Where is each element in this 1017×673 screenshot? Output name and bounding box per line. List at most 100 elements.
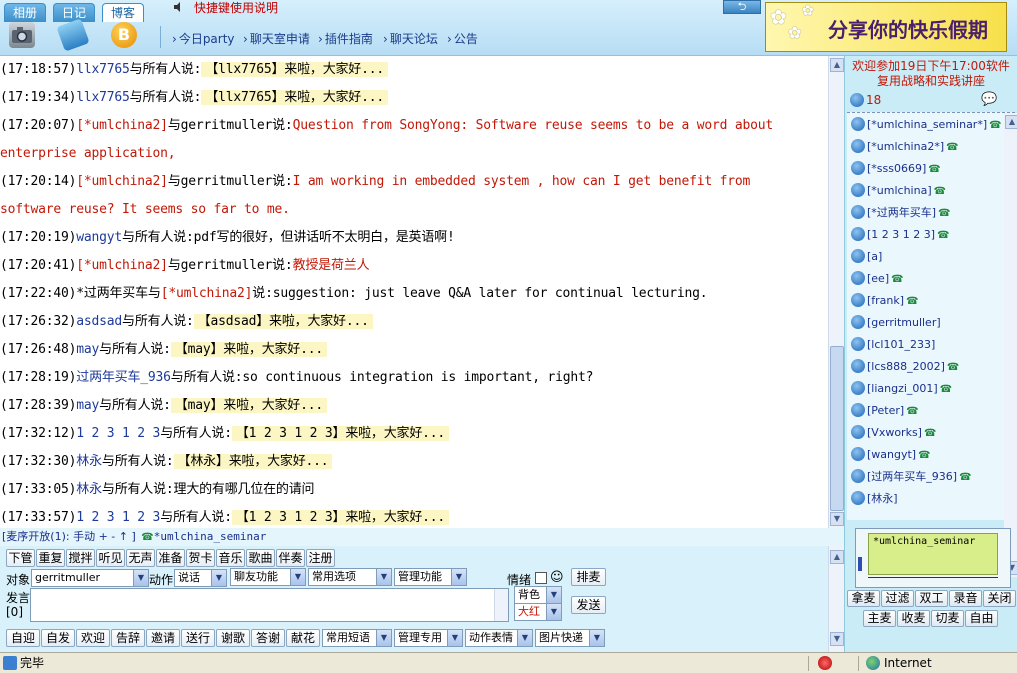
ad-banner[interactable]: ✿ ✿ ✿ 分享你的快乐假期 [765, 2, 1007, 52]
nav-plugin-guide[interactable]: 插件指南 [318, 30, 373, 47]
mic-volume-slider[interactable] [868, 577, 998, 585]
message-username[interactable]: [*umlchina2] [76, 174, 168, 189]
toolbar-button[interactable]: 重复 [36, 549, 65, 567]
user-list-item[interactable]: [gerritmuller] [851, 312, 941, 334]
greeting-button[interactable]: 自发 [41, 629, 75, 647]
nav-room-apply[interactable]: 聊天室申请 [243, 30, 310, 47]
toolbar-button[interactable]: 伴奏 [276, 549, 305, 567]
nav-chat-forum[interactable]: 聊天论坛 [383, 30, 438, 47]
user-list-item[interactable]: [ee] ☎ [851, 268, 904, 290]
user-list-item[interactable]: [*umlchina_seminar*] ☎ [851, 114, 1002, 136]
mic-control-button[interactable]: 过滤 [881, 590, 914, 607]
mic-queue-text[interactable]: [麦序开放(1): 手动 + - ↑ ] [2, 530, 136, 543]
user-list-item[interactable]: [wangyt] ☎ [851, 444, 931, 466]
quick-dropdown[interactable]: 常用短语 ▼ [322, 629, 392, 647]
scroll-up-button[interactable]: ▲ [1005, 115, 1017, 129]
chevron-down-icon[interactable]: ▼ [451, 569, 466, 585]
users-scrollbar[interactable]: ▲ ▼ [1004, 113, 1017, 577]
back-arrow-icon[interactable]: ⮌ [723, 0, 761, 14]
user-list-item[interactable]: [frank] ☎ [851, 290, 919, 312]
camera-icon[interactable] [9, 22, 35, 48]
message-username[interactable]: may [76, 342, 99, 357]
greeting-button[interactable]: 送行 [181, 629, 215, 647]
message-username[interactable]: 教授是荷兰人 [293, 258, 370, 273]
message-username[interactable]: enterprise application, [0, 146, 176, 161]
nav-today-party[interactable]: 今日party [172, 30, 235, 47]
toolbar-button[interactable]: 无声 [126, 549, 155, 567]
scroll-up-button[interactable]: ▲ [830, 550, 844, 564]
tab-blog[interactable]: 博客 [102, 3, 144, 22]
toolbar-button[interactable]: 下管 [6, 549, 35, 567]
bg-color-select[interactable]: 背色 ▼ [514, 586, 562, 604]
mic-control-button[interactable]: 关闭 [983, 590, 1016, 607]
message-username[interactable]: llx7765 [76, 62, 130, 77]
mood-checkbox[interactable] [535, 572, 547, 584]
message-username[interactable]: may [76, 398, 99, 413]
common-options-select[interactable]: 常用选项 ▼ [308, 568, 392, 586]
user-list-item[interactable]: [过两年买车_936] ☎ [851, 466, 972, 488]
message-username[interactable]: [*umlchina2] [76, 118, 168, 133]
toolbar-button[interactable]: 准备 [156, 549, 185, 567]
greeting-button[interactable]: 献花 [286, 629, 320, 647]
send-button[interactable]: 发送 [571, 596, 606, 614]
quick-dropdown[interactable]: 图片快递 ▼ [535, 629, 605, 647]
font-color-select[interactable]: 大红 ▼ [514, 603, 562, 621]
shortcut-help-link[interactable]: 快捷键使用说明 [194, 0, 278, 16]
mic-control-button[interactable]: 双工 [915, 590, 948, 607]
action-select[interactable]: 说话 ▼ [174, 569, 227, 587]
message-username[interactable]: I am working in embedded system , how ca… [293, 174, 751, 189]
message-username[interactable]: wangyt [76, 230, 122, 245]
chevron-down-icon[interactable]: ▼ [546, 604, 561, 620]
chevron-down-icon[interactable]: ▼ [211, 570, 226, 586]
user-list-item[interactable]: [Vxworks] ☎ [851, 422, 936, 444]
blocked-popup-icon[interactable] [818, 656, 832, 670]
message-username[interactable]: 1 2 3 1 2 3 [76, 426, 160, 441]
tab-diary[interactable]: 日记 [53, 3, 95, 22]
user-list-item[interactable]: [*umlchina] ☎ [851, 180, 946, 202]
chat-bubble-icon[interactable]: 💬 [981, 92, 997, 107]
toolbar-button[interactable]: 音乐 [216, 549, 245, 567]
mic-mode-button[interactable]: 自由 [965, 610, 998, 627]
mic-mode-button[interactable]: 收麦 [897, 610, 930, 627]
quick-dropdown[interactable]: 动作表情 ▼ [465, 629, 533, 647]
message-username[interactable]: Question from SongYong: Software reuse s… [293, 118, 774, 133]
user-list-item[interactable]: [*sss0669] ☎ [851, 158, 941, 180]
toolbar-button[interactable]: 搅拌 [66, 549, 95, 567]
chevron-down-icon[interactable]: ▼ [376, 569, 391, 585]
mic-mode-button[interactable]: 主麦 [863, 610, 896, 627]
diary-book-icon[interactable] [56, 18, 90, 52]
chevron-down-icon[interactable]: ▼ [589, 630, 604, 646]
admin-functions-select[interactable]: 管理功能 ▼ [394, 568, 467, 586]
user-list-item[interactable]: [*umlchina2*] ☎ [851, 136, 959, 158]
toolbar-button[interactable]: 注册 [306, 549, 335, 567]
message-username[interactable]: 林永 [76, 482, 102, 497]
queue-mic-button[interactable]: 排麦 [571, 568, 606, 586]
message-input[interactable] [30, 588, 509, 622]
tab-album[interactable]: 相册 [4, 3, 46, 22]
user-list-item[interactable]: [林永] [851, 488, 898, 510]
greeting-button[interactable]: 谢歌 [216, 629, 250, 647]
message-username[interactable]: 过两年买车_936 [76, 370, 171, 385]
greeting-button[interactable]: 自迎 [6, 629, 40, 647]
chevron-down-icon[interactable]: ▼ [546, 587, 561, 603]
scroll-thumb[interactable] [830, 346, 844, 511]
scroll-down-button[interactable]: ▼ [830, 512, 844, 526]
chevron-down-icon[interactable]: ▼ [133, 570, 148, 586]
chat-scrollbar[interactable]: ▲ ▼ [828, 56, 844, 528]
toolbar-button[interactable]: 听见 [96, 549, 125, 567]
toolbar-button[interactable]: 歌曲 [246, 549, 275, 567]
blog-logo-icon[interactable]: B [111, 22, 137, 48]
user-list-item[interactable]: [lcl101_233] [851, 334, 935, 356]
user-list-item[interactable]: [a] [851, 246, 882, 268]
mic-control-button[interactable]: 录音 [949, 590, 982, 607]
chevron-down-icon[interactable]: ▼ [376, 630, 391, 646]
chevron-down-icon[interactable]: ▼ [447, 630, 462, 646]
message-username[interactable]: 1 2 3 1 2 3 [76, 510, 160, 525]
greeting-button[interactable]: 告辞 [111, 629, 145, 647]
greeting-button[interactable]: 欢迎 [76, 629, 110, 647]
greeting-button[interactable]: 邀请 [146, 629, 180, 647]
message-username[interactable]: 林永 [76, 454, 102, 469]
friend-functions-select[interactable]: 聊友功能 ▼ [230, 568, 306, 586]
mic-mode-button[interactable]: 切麦 [931, 610, 964, 627]
user-list-item[interactable]: [liangzi_001] ☎ [851, 378, 952, 400]
